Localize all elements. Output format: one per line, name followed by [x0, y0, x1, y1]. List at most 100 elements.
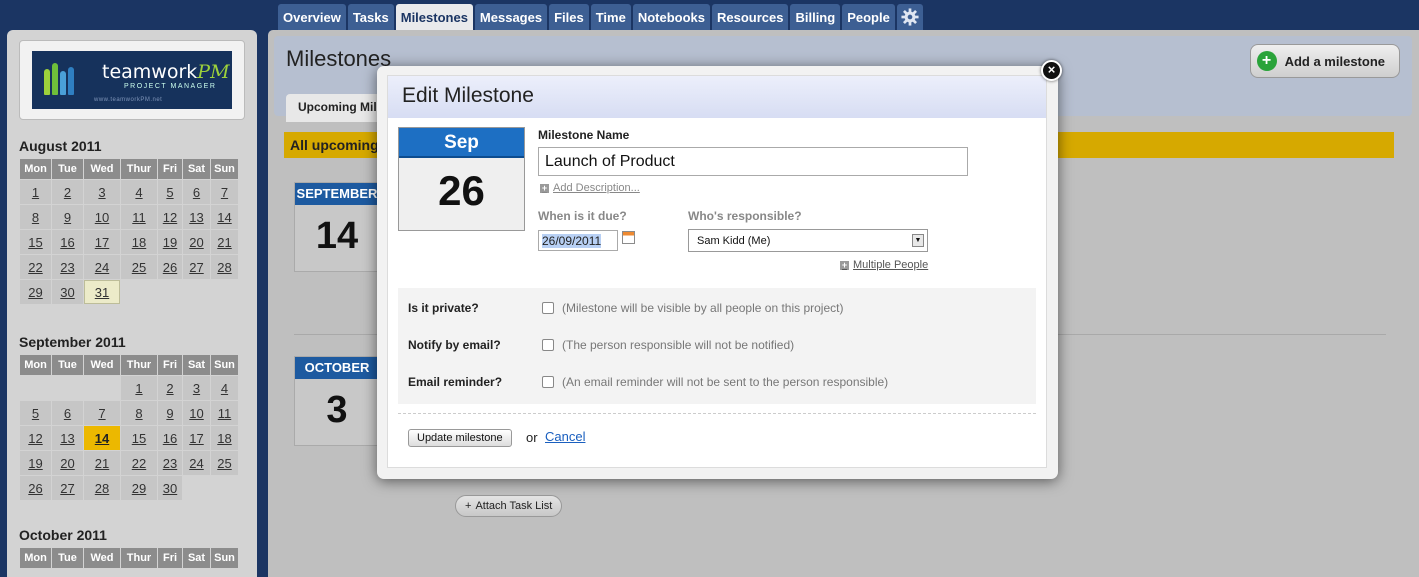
calendar-day[interactable]: 28 — [84, 476, 120, 500]
calendar-day[interactable]: 2 — [158, 376, 182, 400]
calendar-day[interactable]: 20 — [52, 451, 83, 475]
tab-settings[interactable] — [896, 4, 923, 30]
notify-checkbox[interactable] — [542, 339, 554, 351]
calendar-day[interactable]: 4 — [211, 376, 238, 400]
calendar-day[interactable]: 3 — [183, 376, 210, 400]
tab-files[interactable]: Files — [549, 4, 589, 30]
calendar-day[interactable]: 17 — [183, 426, 210, 450]
day-header: Mon — [20, 548, 51, 568]
calendar-day-milestone[interactable]: 14 — [84, 426, 120, 450]
calendar-day[interactable]: 1 — [20, 180, 51, 204]
calendar-day[interactable]: 13 — [52, 426, 83, 450]
add-milestone-button[interactable]: + Add a milestone — [1249, 44, 1400, 78]
calendar-day[interactable]: 23 — [52, 255, 83, 279]
calendar-day[interactable]: 7 — [84, 401, 120, 425]
calendar-day[interactable]: 12 — [20, 426, 51, 450]
calendar-day-today[interactable]: 31 — [84, 280, 120, 304]
tab-messages[interactable]: Messages — [474, 4, 548, 30]
tab-billing[interactable]: Billing — [790, 4, 841, 30]
calendar-title: October 2011 — [19, 527, 107, 543]
calendar-day[interactable]: 5 — [158, 180, 182, 204]
calendar-day[interactable]: 14 — [211, 205, 238, 229]
cancel-link[interactable]: Cancel — [545, 429, 585, 444]
calendar-day[interactable]: 23 — [158, 451, 182, 475]
calendar-day[interactable]: 17 — [84, 230, 120, 254]
reminder-checkbox[interactable] — [542, 376, 554, 388]
tab-overview[interactable]: Overview — [278, 4, 346, 30]
calendar-day[interactable]: 21 — [211, 230, 238, 254]
calendar-day[interactable]: 30 — [158, 476, 182, 500]
calendar-day[interactable]: 10 — [84, 205, 120, 229]
dialog-body: Edit Milestone Sep 26 Milestone Name + A… — [387, 75, 1047, 468]
calendar-day[interactable]: 25 — [211, 451, 238, 475]
calendar-day[interactable]: 10 — [183, 401, 210, 425]
calendar-day[interactable]: 15 — [121, 426, 157, 450]
calendar-day[interactable]: 18 — [211, 426, 238, 450]
calendar-day[interactable]: 9 — [52, 205, 83, 229]
private-checkbox[interactable] — [542, 302, 554, 314]
calendar-day[interactable]: 29 — [121, 476, 157, 500]
attach-task-list-button[interactable]: + Attach Task List — [455, 495, 563, 517]
due-date-input[interactable]: 26/09/2011 — [538, 230, 618, 251]
calendar-day[interactable]: 11 — [211, 401, 238, 425]
add-milestone-label: Add a milestone — [1284, 53, 1385, 69]
calendar-day[interactable]: 2 — [52, 180, 83, 204]
calendar-day[interactable]: 28 — [211, 255, 238, 279]
calendar-day[interactable]: 6 — [52, 401, 83, 425]
calendar-day[interactable]: 27 — [52, 476, 83, 500]
calendar-day[interactable]: 18 — [121, 230, 157, 254]
calendar-day[interactable]: 16 — [158, 426, 182, 450]
responsible-label: Who's responsible? — [688, 209, 802, 223]
day-header: Sun — [211, 355, 238, 375]
calendar-day[interactable]: 22 — [20, 255, 51, 279]
calendar-day[interactable]: 4 — [121, 180, 157, 204]
calendar-day[interactable]: 21 — [84, 451, 120, 475]
calendar-day[interactable]: 8 — [20, 205, 51, 229]
calendar-day[interactable]: 11 — [121, 205, 157, 229]
calendar-day[interactable]: 30 — [52, 280, 83, 304]
calendar-day[interactable]: 26 — [158, 255, 182, 279]
milestone-date-block: OCTOBER 3 — [294, 356, 380, 446]
tab-resources[interactable]: Resources — [711, 4, 789, 30]
calendar-day[interactable]: 16 — [52, 230, 83, 254]
close-icon[interactable]: × — [1041, 60, 1062, 81]
calendar-day[interactable]: 7 — [211, 180, 238, 204]
tab-people[interactable]: People — [842, 4, 895, 30]
calendar-august: August 2011 Mon Tue Wed Thur Fri Sat Sun… — [19, 138, 239, 305]
calendar-day[interactable]: 8 — [121, 401, 157, 425]
tab-tasks[interactable]: Tasks — [347, 4, 394, 30]
calendar-day[interactable]: 1 — [121, 376, 157, 400]
calendar-day[interactable]: 9 — [158, 401, 182, 425]
calendar-day[interactable]: 12 — [158, 205, 182, 229]
tab-milestones[interactable]: Milestones — [395, 4, 473, 30]
responsible-select[interactable]: Sam Kidd (Me) ▼ — [688, 229, 928, 252]
calendar-day[interactable]: 3 — [84, 180, 120, 204]
tab-notebooks[interactable]: Notebooks — [632, 4, 710, 30]
milestone-name-input[interactable] — [538, 147, 968, 176]
calendar-day[interactable]: 5 — [20, 401, 51, 425]
calendar-day[interactable]: 19 — [20, 451, 51, 475]
calendar-day[interactable]: 27 — [183, 255, 210, 279]
calendar-day[interactable]: 13 — [183, 205, 210, 229]
edit-milestone-dialog: Edit Milestone Sep 26 Milestone Name + A… — [377, 66, 1058, 479]
calendar-day[interactable]: 24 — [183, 451, 210, 475]
update-milestone-button[interactable]: Update milestone — [408, 429, 512, 447]
calendar-day[interactable]: 15 — [20, 230, 51, 254]
calendar-day[interactable]: 24 — [84, 255, 120, 279]
dialog-title: Edit Milestone — [388, 76, 1046, 118]
calendar-day[interactable]: 26 — [20, 476, 51, 500]
calendar-day[interactable]: 20 — [183, 230, 210, 254]
calendar-empty — [158, 280, 182, 304]
add-description-link[interactable]: + Add Description... — [540, 182, 640, 194]
day-header: Thur — [121, 159, 157, 179]
calendar-empty — [211, 280, 238, 304]
calendar-day[interactable]: 25 — [121, 255, 157, 279]
multiple-people-link[interactable]: + Multiple People — [840, 259, 928, 271]
calendar-day[interactable]: 22 — [121, 451, 157, 475]
calendar-picker-icon[interactable] — [622, 231, 635, 244]
logo-container[interactable]: teamworkPM PROJECT MANAGER www.teamworkP… — [19, 40, 245, 120]
calendar-day[interactable]: 19 — [158, 230, 182, 254]
calendar-day[interactable]: 29 — [20, 280, 51, 304]
calendar-day[interactable]: 6 — [183, 180, 210, 204]
tab-time[interactable]: Time — [590, 4, 631, 30]
